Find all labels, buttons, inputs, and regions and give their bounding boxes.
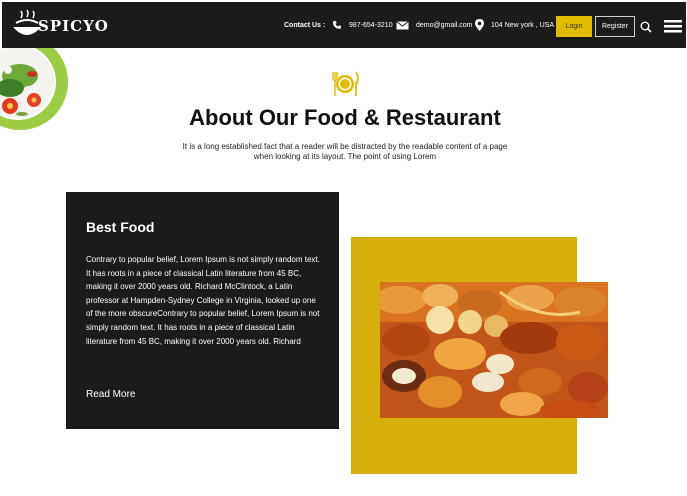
brand-name: SPICYO bbox=[38, 17, 109, 35]
location-text: 104 New york , USA bbox=[491, 21, 555, 29]
login-button[interactable]: Login bbox=[556, 16, 592, 37]
search-icon[interactable] bbox=[640, 20, 652, 38]
card-body-text: Contrary to popular belief, Lorem Ipsum … bbox=[86, 255, 320, 346]
phone-number[interactable]: 987-654-3210 bbox=[349, 2, 393, 48]
location-pin-icon bbox=[475, 2, 484, 48]
mail-icon bbox=[396, 2, 409, 48]
phone-icon bbox=[332, 2, 342, 48]
top-header: SPICYO Contact Us : 987-654-3210 demo@gm… bbox=[2, 2, 686, 48]
contact-label: Contact Us : bbox=[284, 21, 326, 29]
best-food-card: Best Food Contrary to popular belief, Lo… bbox=[66, 192, 339, 429]
email-address[interactable]: demo@gmail.com bbox=[416, 2, 473, 48]
read-more-link[interactable]: Read More bbox=[86, 389, 135, 400]
card-title: Best Food bbox=[86, 219, 155, 235]
register-button[interactable]: Register bbox=[595, 16, 635, 37]
bakery-food-image bbox=[380, 282, 608, 418]
intro-text: It is a long established fact that a rea… bbox=[182, 142, 508, 161]
page-title: About Our Food & Restaurant bbox=[189, 105, 501, 130]
menu-icon[interactable] bbox=[664, 19, 682, 38]
fork-knife-plate-icon bbox=[330, 70, 360, 103]
